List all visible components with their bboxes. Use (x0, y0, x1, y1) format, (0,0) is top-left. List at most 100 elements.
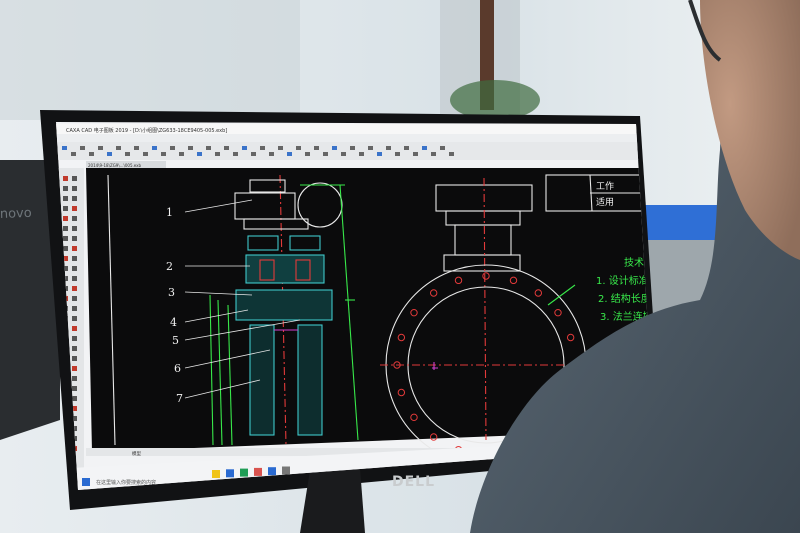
toolbar-button[interactable] (233, 152, 238, 156)
toolbar-button[interactable] (341, 152, 346, 156)
toolbar-button[interactable] (152, 146, 157, 150)
window-blinds (0, 0, 300, 120)
toolbar-button[interactable] (269, 152, 274, 156)
model-tab[interactable]: 模型 (132, 450, 141, 457)
toolbar-button[interactable] (296, 146, 301, 150)
taskbar-app-icon[interactable] (240, 468, 248, 477)
tool-button[interactable] (72, 196, 77, 201)
tool-button[interactable] (63, 206, 68, 211)
toolbar-button[interactable] (80, 146, 85, 150)
note-2: 2. 结构长度 (598, 292, 651, 305)
menu-bar[interactable] (56, 134, 646, 142)
monitor-logo: DELL (392, 474, 435, 490)
toolbar-button[interactable] (161, 152, 166, 156)
tool-button[interactable] (63, 186, 68, 191)
title-block-cell-1: 工作 (596, 180, 614, 192)
toolbar-button[interactable] (350, 146, 355, 150)
toolbar-button[interactable] (107, 152, 112, 156)
toolbar-button[interactable] (449, 152, 454, 156)
toolbar-button[interactable] (170, 146, 175, 150)
note-1: 1. 设计标准 (596, 274, 649, 287)
tool-button[interactable] (72, 296, 77, 301)
windows-start-icon[interactable] (82, 478, 90, 486)
tool-button[interactable] (72, 346, 77, 351)
toolbar-button[interactable] (89, 152, 94, 156)
toolbar-button[interactable] (125, 152, 130, 156)
tool-button[interactable] (72, 366, 77, 371)
toolbar-button[interactable] (278, 146, 283, 150)
toolbar-button[interactable] (440, 146, 445, 150)
window-title: CAXA CAD 电子图板 2019 - [D:\小组图\ZG633-18CE9… (66, 127, 227, 134)
toolbar-button[interactable] (224, 146, 229, 150)
tool-button[interactable] (63, 236, 68, 241)
toolbar-button[interactable] (116, 146, 121, 150)
plant (450, 80, 540, 120)
toolbar-button[interactable] (242, 146, 247, 150)
toolbar-button[interactable] (422, 146, 427, 150)
tool-button[interactable] (63, 176, 68, 181)
toolbar-button[interactable] (332, 146, 337, 150)
tool-button[interactable] (63, 216, 68, 221)
tool-button[interactable] (72, 336, 77, 341)
tool-button[interactable] (72, 236, 77, 241)
toolbar-button[interactable] (134, 146, 139, 150)
tool-button[interactable] (72, 256, 77, 261)
toolbar-button[interactable] (143, 152, 148, 156)
taskbar-app-icon[interactable] (282, 466, 290, 475)
toolbar-button[interactable] (368, 146, 373, 150)
toolbar-button[interactable] (188, 146, 193, 150)
tool-button[interactable] (72, 216, 77, 221)
notes-header: 技术 (624, 256, 644, 269)
toolbar-button[interactable] (62, 146, 67, 150)
tool-button[interactable] (72, 326, 77, 331)
taskbar-app-icon[interactable] (212, 470, 220, 478)
title-block-cell-2: 适用 (596, 197, 614, 208)
toolbar-button[interactable] (287, 152, 292, 156)
tool-button[interactable] (63, 196, 68, 201)
toolbar-button[interactable] (305, 152, 310, 156)
toolbar-button[interactable] (323, 152, 328, 156)
part-label-4: 4 (170, 316, 177, 329)
toolbar-button[interactable] (179, 152, 184, 156)
tool-button[interactable] (72, 376, 77, 381)
tool-button[interactable] (72, 226, 77, 231)
tool-button[interactable] (72, 266, 77, 271)
tool-button[interactable] (72, 286, 77, 291)
tool-button[interactable] (72, 396, 77, 401)
office-photo-scene: novo DELL CAXA CAD 电子图板 2019 - [D:\小组图\Z… (0, 0, 800, 533)
tool-button[interactable] (72, 306, 77, 311)
toolbar-button[interactable] (251, 152, 256, 156)
part-label-7: 7 (176, 392, 183, 405)
tool-button[interactable] (72, 356, 77, 361)
side-monitor-brand: novo (0, 206, 32, 222)
taskbar-app-icon[interactable] (254, 467, 262, 476)
toolbar-button[interactable] (260, 146, 265, 150)
tool-button[interactable] (72, 186, 77, 191)
toolbar-button[interactable] (377, 152, 382, 156)
tool-button[interactable] (72, 316, 77, 321)
toolbar[interactable] (56, 142, 646, 160)
tool-button[interactable] (72, 276, 77, 281)
toolbar-button[interactable] (71, 152, 76, 156)
toolbar-button[interactable] (359, 152, 364, 156)
taskbar-app-icon[interactable] (268, 467, 276, 476)
tool-button[interactable] (72, 246, 77, 251)
toolbar-button[interactable] (386, 146, 391, 150)
toolbar-button[interactable] (197, 152, 202, 156)
tool-button[interactable] (72, 176, 77, 181)
toolbar-button[interactable] (431, 152, 436, 156)
toolbar-button[interactable] (98, 146, 103, 150)
taskbar-app-icon[interactable] (226, 469, 234, 478)
toolbar-button[interactable] (215, 152, 220, 156)
tool-button[interactable] (63, 246, 68, 251)
toolbar-button[interactable] (413, 152, 418, 156)
toolbar-button[interactable] (404, 146, 409, 150)
tool-button[interactable] (63, 226, 68, 231)
tool-button[interactable] (72, 386, 77, 391)
toolbar-button[interactable] (206, 146, 211, 150)
toolbar-button[interactable] (395, 152, 400, 156)
tool-button[interactable] (72, 206, 77, 211)
toolbar-button[interactable] (314, 146, 319, 150)
monitor-stand (300, 468, 365, 533)
part-label-3: 3 (168, 286, 175, 299)
